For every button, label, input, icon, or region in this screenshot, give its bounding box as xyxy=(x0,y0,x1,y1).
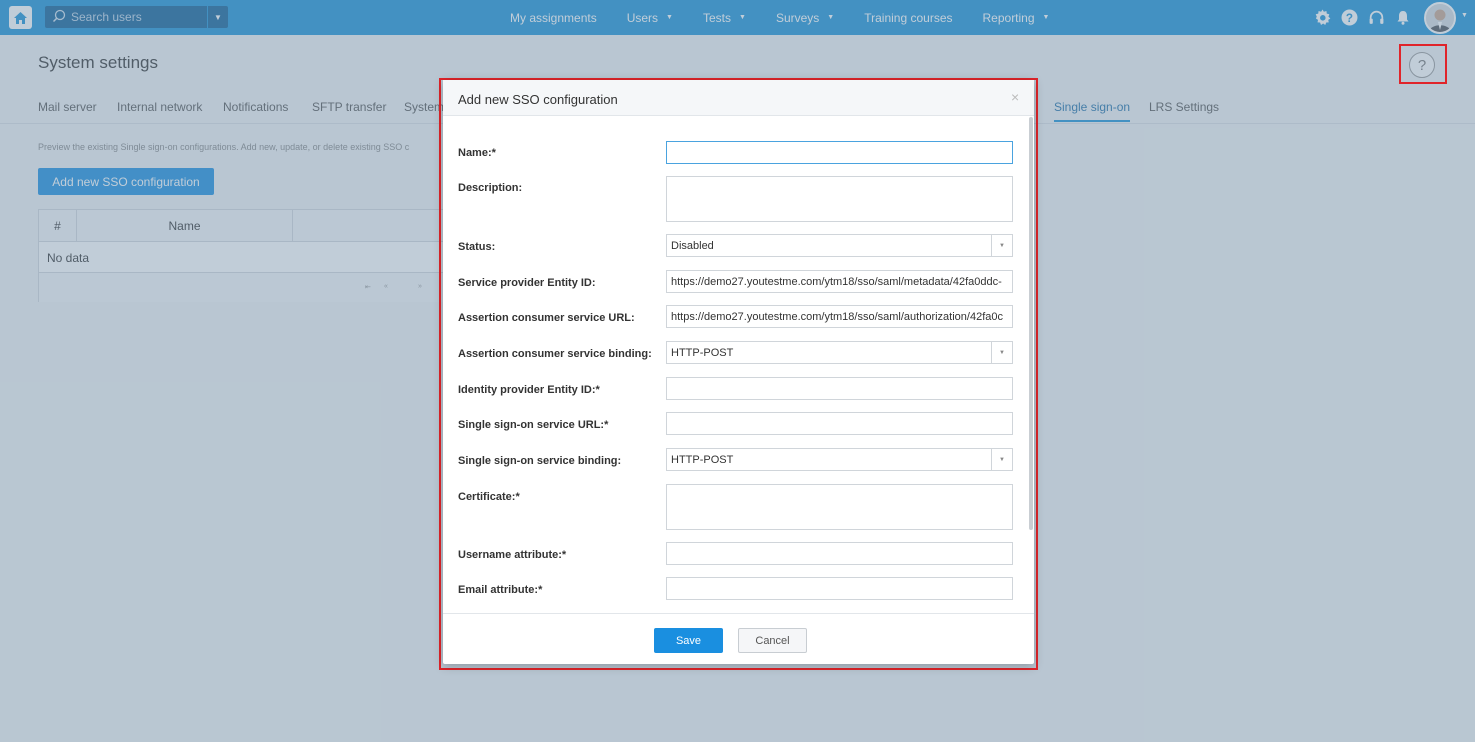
acs-url-field[interactable]: https://demo27.youtestme.com/ytm18/sso/s… xyxy=(666,305,1013,328)
chevron-down-icon: ▼ xyxy=(991,449,1012,470)
idp-entity-id-field[interactable] xyxy=(666,377,1013,400)
acs-url-label: Assertion consumer service URL: xyxy=(458,312,635,324)
name-field[interactable] xyxy=(666,141,1013,164)
dialog-title: Add new SSO configuration xyxy=(458,92,618,107)
sp-entity-id-value: https://demo27.youtestme.com/ytm18/sso/s… xyxy=(671,275,1002,288)
help-button-highlight xyxy=(1399,44,1447,84)
acs-binding-select[interactable]: HTTP-POST ▼ xyxy=(666,341,1013,364)
status-label: Status: xyxy=(458,241,496,253)
save-button[interactable]: Save xyxy=(654,628,723,653)
description-field[interactable] xyxy=(666,176,1013,222)
acs-url-value: https://demo27.youtestme.com/ytm18/sso/s… xyxy=(671,310,1003,323)
description-label: Description: xyxy=(458,182,523,194)
acs-binding-value: HTTP-POST xyxy=(671,346,734,359)
add-sso-dialog: Add new SSO configuration × Name:* Descr… xyxy=(443,80,1034,664)
sso-binding-label: Single sign-on service binding: xyxy=(458,455,622,467)
sso-url-field[interactable] xyxy=(666,412,1013,435)
sp-entity-id-label: Service provider Entity ID: xyxy=(458,277,596,289)
sso-binding-select[interactable]: HTTP-POST ▼ xyxy=(666,448,1013,471)
sso-url-label: Single sign-on service URL:* xyxy=(458,419,609,431)
email-attribute-field[interactable] xyxy=(666,577,1013,600)
dialog-footer: Save Cancel xyxy=(443,613,1034,664)
dialog-header: Add new SSO configuration × xyxy=(443,80,1034,116)
sso-binding-value: HTTP-POST xyxy=(671,453,734,466)
name-label: Name:* xyxy=(458,147,496,159)
sp-entity-id-field[interactable]: https://demo27.youtestme.com/ytm18/sso/s… xyxy=(666,270,1013,293)
cancel-button[interactable]: Cancel xyxy=(738,628,807,653)
idp-entity-id-label: Identity provider Entity ID:* xyxy=(458,384,600,396)
username-attribute-field[interactable] xyxy=(666,542,1013,565)
status-value: Disabled xyxy=(671,239,714,252)
email-attribute-label: Email attribute:* xyxy=(458,584,543,596)
certificate-field[interactable] xyxy=(666,484,1013,530)
certificate-label: Certificate:* xyxy=(458,491,520,503)
status-select[interactable]: Disabled ▼ xyxy=(666,234,1013,257)
acs-binding-label: Assertion consumer service binding: xyxy=(458,348,652,360)
close-icon[interactable]: × xyxy=(1011,89,1019,105)
dialog-scrollbar[interactable] xyxy=(1029,117,1033,530)
chevron-down-icon: ▼ xyxy=(991,342,1012,363)
username-attribute-label: Username attribute:* xyxy=(458,549,567,561)
chevron-down-icon: ▼ xyxy=(991,235,1012,256)
